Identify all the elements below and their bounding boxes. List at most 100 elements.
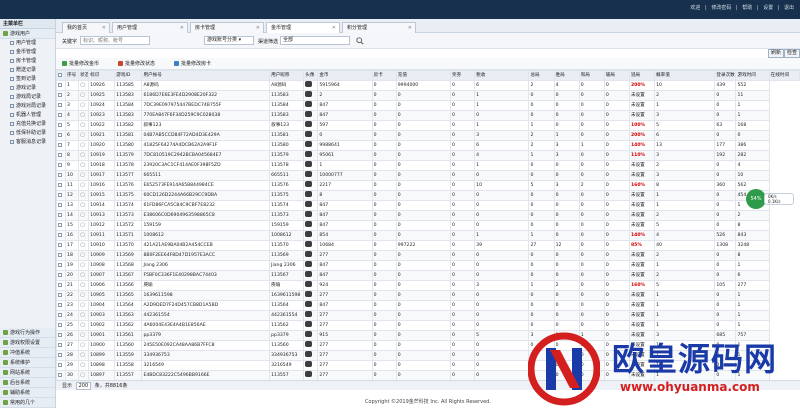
top-link-settings[interactable]: 设置 — [763, 5, 773, 11]
column-header[interactable]: 金币 — [317, 70, 373, 81]
table-row[interactable]: 4 ◯ 10923 113583 770EA847F6F34D259C9C028038 1… — [56, 110, 800, 121]
row-checkbox[interactable] — [58, 182, 62, 187]
sidebar-item[interactable]: 低保补助记录 — [0, 129, 55, 138]
close-icon[interactable]: ✕ — [332, 23, 336, 33]
top-link-logout[interactable]: 退出 — [784, 5, 794, 11]
table-row[interactable]: 22 ◯ 10905 113565 1639611598 1639611598 277 0 0 0… — [56, 290, 800, 301]
row-checkbox-cell[interactable] — [56, 260, 67, 271]
row-checkbox-cell[interactable] — [56, 90, 67, 101]
row-checkbox[interactable] — [58, 262, 62, 267]
column-header[interactable]: 游戏时间 — [735, 70, 770, 81]
row-checkbox-cell[interactable] — [56, 120, 67, 131]
row-checkbox[interactable] — [58, 192, 62, 197]
table-row[interactable]: 17 ◯ 10910 113570 421A21AE9BA04B2A454CCEB 113… — [56, 240, 800, 251]
column-header[interactable]: 逃局 — [628, 70, 656, 81]
top-link-help[interactable]: 帮助 — [742, 5, 752, 11]
row-checkbox[interactable] — [58, 332, 62, 337]
row-checkbox-cell[interactable] — [56, 80, 67, 91]
table-row[interactable]: 23 ◯ 10904 113564 A2D9DED7F24D457CB8D1A5BD 11… — [56, 300, 800, 311]
row-checkbox-cell[interactable] — [56, 240, 67, 251]
row-checkbox-cell[interactable] — [56, 200, 67, 211]
column-header[interactable]: 用户昵称 — [269, 70, 305, 81]
row-checkbox[interactable] — [58, 82, 62, 87]
table-row[interactable]: 10 ◯ 10917 113577 665511 665511 10000777 0 0 0 0 0 0… — [56, 170, 800, 181]
row-checkbox[interactable] — [58, 242, 62, 247]
row-checkbox[interactable] — [58, 372, 62, 377]
close-icon[interactable]: ✕ — [102, 23, 106, 33]
sidebar-item[interactable]: 游戏对局记录 — [0, 102, 55, 111]
row-checkbox[interactable] — [58, 162, 62, 167]
batch-state-button[interactable]: 批量修改状态 — [118, 60, 155, 68]
row-checkbox-cell[interactable] — [56, 280, 67, 291]
account-type-select[interactable]: 游戏账号分类 ▾ — [204, 36, 254, 45]
row-checkbox-cell[interactable] — [56, 180, 67, 191]
sidebar-group[interactable]: 后台系统 — [0, 378, 55, 388]
table-row[interactable]: 13 ◯ 10914 113574 61FD86FCA5C84C9CBF7E8232 11… — [56, 200, 800, 211]
column-header[interactable]: 充值 — [395, 70, 452, 81]
sidebar-group[interactable]: 系统维护 — [0, 358, 55, 368]
per-page-select[interactable]: 200 — [75, 382, 92, 390]
tab-card-management[interactable]: 房卡管理 ✕ — [190, 22, 264, 33]
table-row[interactable]: 16 ◯ 10911 113571 1008612 1008612 854 0 0 0 1 1 0 0 0 1… — [56, 230, 800, 241]
table-row[interactable]: 3 ◯ 10924 113584 7DC39E097975447BEDC74B755F 1… — [56, 100, 800, 111]
row-checkbox-cell[interactable] — [56, 320, 67, 331]
keyword-input[interactable] — [80, 36, 150, 45]
table-row[interactable]: 15 ◯ 10912 113572 159159 159159 847 0 0 0 0 0 0 0 0 未设置… — [56, 220, 800, 231]
column-header[interactable]: 输局 — [603, 70, 630, 81]
row-checkbox[interactable] — [58, 132, 62, 137]
sidebar-group[interactable]: 辅助系统 — [0, 388, 55, 398]
row-checkbox[interactable] — [58, 142, 62, 147]
table-row[interactable]: 19 ◯ 10908 113568 Jiang 2306 Jiang 2306 847 0 0 0… — [56, 260, 800, 271]
sidebar-group[interactable]: 常用的几个 — [0, 398, 55, 408]
close-icon[interactable]: ✕ — [408, 23, 412, 33]
row-checkbox-cell[interactable] — [56, 330, 67, 341]
sidebar-item[interactable]: 金币管理 — [0, 48, 55, 57]
table-row[interactable]: 7 ◯ 10920 113580 41825F64274A4DCB62A2A9F1F 11… — [56, 140, 800, 151]
column-header[interactable]: 房卡 — [371, 70, 397, 81]
sidebar-item[interactable]: 用户管理 — [0, 39, 55, 48]
sidebar-item[interactable]: 签到记录 — [0, 75, 55, 84]
column-header[interactable]: 胜局 — [553, 70, 580, 81]
row-checkbox-cell[interactable] — [56, 160, 67, 171]
column-header[interactable]: 总局 — [528, 70, 555, 81]
table-row[interactable]: 5 ◯ 10922 113582 叙事123 叙事123 597 0 0 0 1 1 0 0 0 100% 5 6… — [56, 120, 800, 131]
row-checkbox[interactable] — [58, 92, 62, 97]
refresh-button[interactable]: 刷新 — [768, 49, 785, 58]
sidebar-item[interactable]: 房卡管理 — [0, 57, 55, 66]
top-link-welcome[interactable]: 欢迎 — [690, 5, 700, 11]
row-checkbox[interactable] — [58, 292, 62, 297]
select-all-checkbox[interactable] — [58, 72, 62, 77]
sidebar-item[interactable]: 游戏记录 — [0, 84, 55, 93]
tab-home[interactable]: 我的首页 ✕ — [62, 22, 110, 33]
row-checkbox-cell[interactable] — [56, 190, 67, 201]
sidebar-item[interactable]: 机器人管理 — [0, 111, 55, 120]
table-row[interactable]: 12 ◯ 10915 113575 60CD126D2244A66B29CC9DBA 11… — [56, 190, 800, 201]
row-checkbox-cell[interactable] — [56, 340, 67, 351]
row-checkbox-cell[interactable] — [56, 140, 67, 151]
batch-card-button[interactable]: 批量修改房卡 — [174, 60, 211, 68]
row-checkbox[interactable] — [58, 342, 62, 347]
column-header[interactable]: 和局 — [578, 70, 605, 81]
row-checkbox-cell[interactable] — [56, 100, 67, 111]
row-checkbox-cell[interactable] — [56, 360, 67, 371]
row-checkbox[interactable] — [58, 212, 62, 217]
column-header[interactable] — [56, 70, 67, 81]
row-checkbox-cell[interactable] — [56, 230, 67, 241]
column-header[interactable]: 税收 — [474, 70, 530, 81]
sidebar-group-game-users[interactable]: 游戏用户 — [0, 29, 55, 39]
sidebar-item[interactable]: 客服消息记录 — [0, 138, 55, 147]
column-header[interactable]: 标识 — [88, 70, 116, 81]
row-checkbox-cell[interactable] — [56, 150, 67, 161]
row-checkbox[interactable] — [58, 122, 62, 127]
column-header[interactable]: 序号 — [65, 70, 80, 81]
row-checkbox-cell[interactable] — [56, 290, 67, 301]
table-row[interactable]: 24 ◯ 10903 113563 442361554 442361554 277 0 0 0 0 0… — [56, 310, 800, 321]
column-header[interactable]: 头像 — [303, 70, 319, 81]
close-icon[interactable]: ✕ — [180, 23, 184, 33]
sidebar-item[interactable]: 赠送记录 — [0, 66, 55, 75]
row-checkbox[interactable] — [58, 232, 62, 237]
batch-gold-button[interactable]: 批量修改金币 — [62, 60, 99, 68]
row-checkbox[interactable] — [58, 202, 62, 207]
row-checkbox[interactable] — [58, 302, 62, 307]
search-icon[interactable] — [356, 37, 364, 45]
